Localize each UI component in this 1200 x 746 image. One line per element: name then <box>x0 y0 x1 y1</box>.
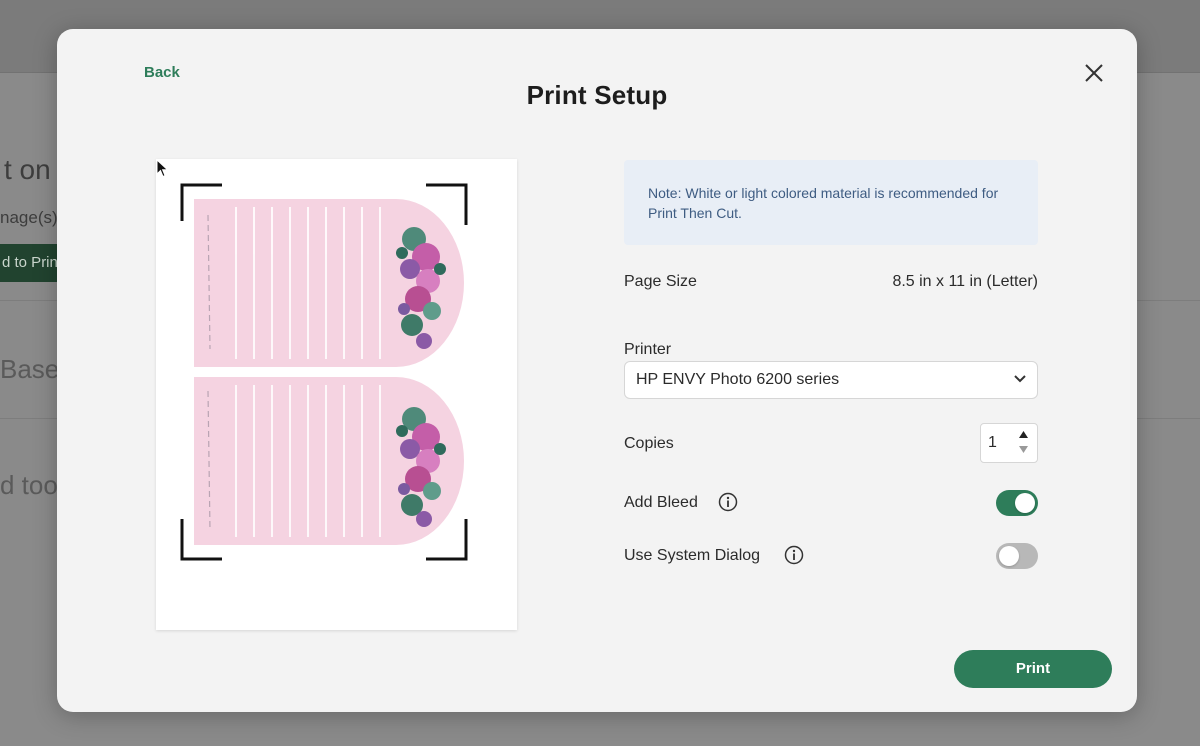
background-subtext: nage(s) <box>0 208 58 227</box>
back-link[interactable]: Back <box>144 64 180 81</box>
print-button[interactable]: Print <box>954 650 1112 688</box>
note-text: Note: White or light colored material is… <box>648 185 999 221</box>
decrement-arrow-icon[interactable] <box>1018 445 1029 454</box>
use-system-dialog-toggle[interactable] <box>996 543 1038 569</box>
info-icon[interactable] <box>784 545 804 565</box>
chevron-down-icon <box>1014 375 1026 383</box>
printer-select-value: HP ENVY Photo 6200 series <box>636 371 840 388</box>
print-setup-dialog: Back Print Setup Note: White or light co… <box>57 29 1137 712</box>
page-size-value: 8.5 in x 11 in (Letter) <box>892 273 1038 290</box>
page-size-label: Page Size <box>624 273 697 290</box>
add-bleed-label: Add Bleed <box>624 494 698 511</box>
increment-arrow-icon[interactable] <box>1018 430 1029 439</box>
print-preview <box>156 159 517 630</box>
recommendation-note: Note: White or light colored material is… <box>624 160 1038 245</box>
mouse-cursor-icon <box>156 159 169 178</box>
background-section-2: d tool <box>0 470 64 500</box>
background-section-1: Base <box>0 354 60 384</box>
info-icon[interactable] <box>718 492 738 512</box>
printer-label: Printer <box>624 341 672 358</box>
copies-stepper[interactable]: 1 <box>980 423 1038 463</box>
print-preview-image <box>180 183 468 561</box>
copies-value: 1 <box>988 434 997 451</box>
toggle-knob <box>999 546 1019 566</box>
close-icon[interactable] <box>1083 62 1105 84</box>
toggle-knob <box>1015 493 1035 513</box>
add-bleed-toggle[interactable] <box>996 490 1038 516</box>
copies-label: Copies <box>624 435 674 452</box>
printer-select[interactable]: HP ENVY Photo 6200 series <box>624 361 1038 399</box>
dialog-title: Print Setup <box>526 80 668 110</box>
use-system-dialog-label: Use System Dialog <box>624 547 761 564</box>
